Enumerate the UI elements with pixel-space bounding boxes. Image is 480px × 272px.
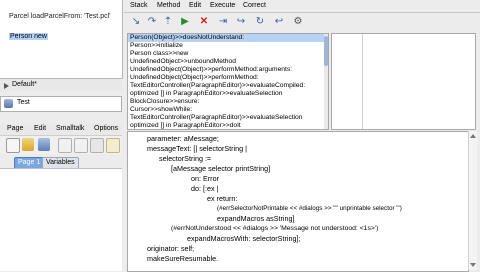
stack-list[interactable]: Person(Object)>>doesNotUnderstand: Perso… xyxy=(127,33,329,130)
stack-scrollbar-thumb[interactable] xyxy=(324,36,328,66)
code-line: do: [:ex | xyxy=(191,184,219,193)
code-line: [aMessage selector printString] xyxy=(171,164,271,173)
menu-edit-debugger[interactable]: Edit xyxy=(189,2,201,9)
debugger-menubar: Stack Method Edit Execute Correct xyxy=(124,0,480,13)
code-line: originator: self; xyxy=(147,244,195,253)
open-folder-icon[interactable] xyxy=(22,138,34,151)
stack-frame[interactable]: Cursor>>showWhile: xyxy=(130,106,192,114)
variables-pane[interactable] xyxy=(331,33,476,130)
debugger-toolbar: ↘ ↷ ⇡ ▶ ✕ ⇥ ↪ ↻ ↩ ⚙ xyxy=(124,13,480,32)
code-line: expandMacros asString] xyxy=(217,214,295,223)
menu-execute[interactable]: Execute xyxy=(210,2,235,9)
package-test-row[interactable]: Test xyxy=(0,96,122,112)
scroll-up-arrow-icon[interactable] xyxy=(470,134,476,138)
stack-frame[interactable]: UndefinedObject(Object)>>performMethod:a… xyxy=(130,66,292,74)
stack-frame[interactable]: optimized [] in ParagraphEditor>>evaluat… xyxy=(130,90,282,98)
step-into-icon[interactable]: ↘ xyxy=(130,16,142,28)
copy-icon[interactable] xyxy=(74,138,88,153)
paste-icon[interactable] xyxy=(90,138,104,153)
code-line: (#errSelectorNotPrintable << #dialogs >>… xyxy=(217,205,402,212)
restart-icon[interactable]: ↻ xyxy=(254,16,266,28)
code-line: selectorString := xyxy=(159,154,212,163)
stack-frame[interactable]: UndefinedObject(Object)>>performMethod: xyxy=(130,74,259,82)
left-tabbar: Page 1 Variables xyxy=(0,156,122,169)
new-page-icon[interactable] xyxy=(6,138,20,153)
code-line: parameter: aMessage; xyxy=(147,134,219,143)
stack-frame[interactable]: Person>>initialize xyxy=(130,42,183,50)
jump-icon[interactable]: ↪ xyxy=(235,16,247,28)
workspace-pane[interactable]: Parcel loadParcelFrom: 'Test.pcl' Person… xyxy=(0,0,123,79)
return-icon[interactable]: ↩ xyxy=(273,16,285,28)
left-menubar: Page Edit Smalltalk Options xyxy=(0,124,122,136)
code-scrollbar[interactable] xyxy=(468,131,477,270)
code-line: messageText: [| selectorString | xyxy=(147,144,248,153)
cut-icon[interactable] xyxy=(58,138,72,153)
skip-icon[interactable]: ⇥ xyxy=(217,16,229,28)
menu-edit[interactable]: Edit xyxy=(34,125,46,132)
left-editor-area[interactable] xyxy=(0,168,122,271)
code-line: expandMacrosWith: selectorString]; xyxy=(187,234,301,243)
left-toolbar xyxy=(0,136,122,154)
workspace-line-2-selected[interactable]: Person new xyxy=(9,33,48,40)
package-default-label: Default* xyxy=(12,81,37,88)
variables-list[interactable] xyxy=(332,34,363,129)
method-code-pane[interactable]: parameter: aMessage; messageText: [| sel… xyxy=(127,131,469,272)
terminate-icon[interactable]: ✕ xyxy=(198,16,210,28)
code-line: ex return: xyxy=(207,194,238,203)
debugger-window: Stack Method Edit Execute Correct ↘ ↷ ⇡ … xyxy=(124,0,480,272)
run-icon[interactable]: ▶ xyxy=(179,16,191,28)
menu-page[interactable]: Page xyxy=(7,125,23,132)
step-over-icon[interactable]: ↷ xyxy=(146,16,158,28)
menu-method[interactable]: Method xyxy=(157,2,180,9)
code-line: on: Error xyxy=(191,174,219,183)
debug-icon[interactable]: ⚙ xyxy=(292,16,304,28)
stack-frame[interactable]: BlockClosure>>ensure: xyxy=(130,98,200,106)
code-line: makeSureResumable. xyxy=(147,254,219,263)
disclosure-triangle-icon[interactable] xyxy=(4,83,9,89)
scroll-down-arrow-icon[interactable] xyxy=(470,263,476,267)
menu-smalltalk[interactable]: Smalltalk xyxy=(56,125,84,132)
workspace-line-1: Parcel loadParcelFrom: 'Test.pcl' xyxy=(9,13,111,20)
stack-frame[interactable]: UndefinedObject>>unboundMethod xyxy=(130,58,236,66)
package-icon xyxy=(4,99,13,108)
stack-frame[interactable]: Person(Object)>>doesNotUnderstand: xyxy=(128,34,328,42)
code-line: (#errNotUnderstood << #dialogs >> 'Messa… xyxy=(171,225,379,232)
stack-frame[interactable]: Person class>>new xyxy=(130,50,188,58)
save-icon[interactable] xyxy=(38,138,50,151)
package-default-row[interactable]: Default* xyxy=(0,81,122,91)
step-return-icon[interactable]: ⇡ xyxy=(162,16,174,28)
stack-frame[interactable]: TextEditorController(ParagraphEditor)>>e… xyxy=(130,82,305,90)
menu-stack[interactable]: Stack xyxy=(130,2,148,9)
menu-correct[interactable]: Correct xyxy=(243,2,266,9)
stack-frame[interactable]: optimized [] in ParagraphEditor>>doIt xyxy=(130,122,241,129)
doit-icon[interactable] xyxy=(106,138,120,153)
menu-options[interactable]: Options xyxy=(94,125,118,132)
stack-frame[interactable]: TextEditorController(ParagraphEditor)>>e… xyxy=(130,114,302,122)
package-test-label: Test xyxy=(17,99,30,106)
